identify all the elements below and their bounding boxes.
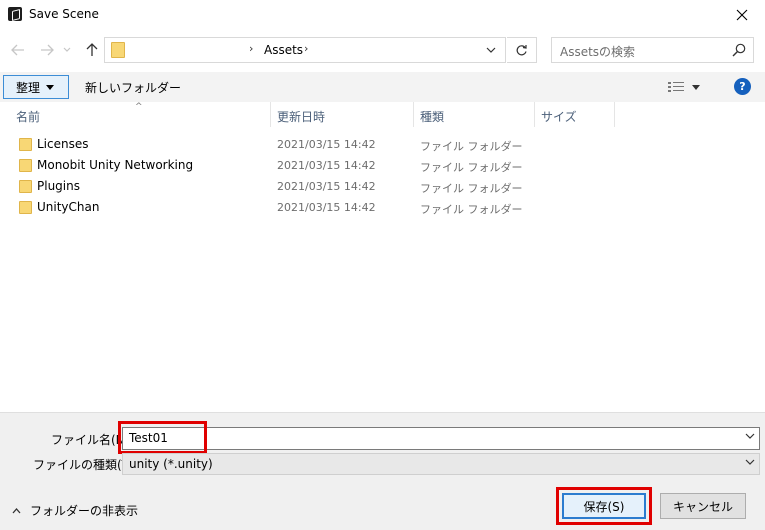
file-type: ファイル フォルダー [420,140,523,153]
file-name: Monobit Unity Networking [37,158,194,172]
back-button[interactable] [8,40,28,60]
file-type: ファイル フォルダー [420,203,523,216]
hide-folders-label: フォルダーの非表示 [30,504,139,518]
chevron-up-icon [12,507,21,513]
folder-icon [19,201,32,214]
help-icon: ? [739,80,746,93]
file-list: ^ 名前 更新日時 種類 サイズ Licenses 2021/03/15 14:… [0,102,765,412]
file-modified: 2021/03/15 14:42 [277,159,376,172]
folder-icon [19,138,32,151]
unity-app-icon [8,7,22,21]
organize-label: 整理 [16,80,41,95]
chevron-right-icon[interactable]: › [304,42,308,55]
folder-icon [111,42,125,58]
file-modified: 2021/03/15 14:42 [277,201,376,214]
search-input[interactable]: Assetsの検索 [551,37,754,63]
filetype-select[interactable]: unity (*.unity) [122,453,760,475]
address-dropdown-button[interactable] [483,42,499,58]
chevron-down-icon [745,459,755,465]
new-folder-button[interactable]: 新しいフォルダー [85,79,181,96]
refresh-icon [516,44,527,55]
file-row[interactable]: UnityChan 2021/03/15 14:42 ファイル フォルダー [0,197,765,218]
save-options-panel: ファイル名(N): Test01 ファイルの種類(T): unity (*.un… [0,412,765,530]
file-name: Plugins [37,179,80,193]
back-arrow-icon [11,44,24,56]
file-name: Licenses [37,137,89,151]
file-row[interactable]: Plugins 2021/03/15 14:42 ファイル フォルダー [0,176,765,197]
save-highlight-box [556,487,652,525]
filename-input[interactable]: Test01 [122,427,760,450]
recent-locations-button[interactable] [60,40,74,60]
file-row[interactable]: Monobit Unity Networking 2021/03/15 14:4… [0,155,765,176]
column-header-size[interactable]: サイズ [535,102,615,127]
dropdown-arrow-icon [692,84,700,90]
chevron-down-icon [486,47,496,53]
breadcrumb-assets[interactable]: Assets [264,43,303,57]
folder-icon [19,180,32,193]
title-bar: Save Scene [0,0,765,30]
file-type: ファイル フォルダー [420,182,523,195]
file-name: UnityChan [37,200,100,214]
forward-button[interactable] [37,40,57,60]
details-view-icon [668,82,684,92]
navigation-bar: › Assets › Assetsの検索 [0,30,765,70]
column-header-type[interactable]: 種類 [414,102,535,127]
refresh-button[interactable] [507,37,537,63]
file-type: ファイル フォルダー [420,161,523,174]
up-arrow-icon [86,43,98,56]
folder-icon [19,159,32,172]
help-button[interactable]: ? [734,78,751,95]
chevron-down-icon[interactable] [745,433,755,439]
filetype-value: unity (*.unity) [129,457,213,471]
file-modified: 2021/03/15 14:42 [277,180,376,193]
dropdown-arrow-icon [46,84,55,90]
chevron-right-icon[interactable]: › [249,42,253,55]
file-row[interactable]: Licenses 2021/03/15 14:42 ファイル フォルダー [0,134,765,155]
command-toolbar: 整理 新しいフォルダー ? [0,72,765,102]
chevron-down-icon [63,47,71,52]
cancel-button[interactable]: キャンセル [660,493,746,519]
hide-folders-toggle[interactable]: フォルダーの非表示 [12,502,138,519]
forward-arrow-icon [41,44,54,56]
close-icon [736,9,748,21]
column-header-name[interactable]: 名前 [10,102,271,127]
filename-highlight-box [118,421,207,454]
file-modified: 2021/03/15 14:42 [277,138,376,151]
search-placeholder: Assetsの検索 [560,45,636,59]
close-button[interactable] [719,0,765,30]
up-button[interactable] [82,40,102,60]
change-view-button[interactable] [668,79,708,95]
search-icon [732,43,746,57]
organize-button[interactable]: 整理 [3,75,69,99]
window-title: Save Scene [29,7,99,21]
column-header-modified[interactable]: 更新日時 [271,102,414,127]
address-bar[interactable]: › Assets › [104,37,506,63]
